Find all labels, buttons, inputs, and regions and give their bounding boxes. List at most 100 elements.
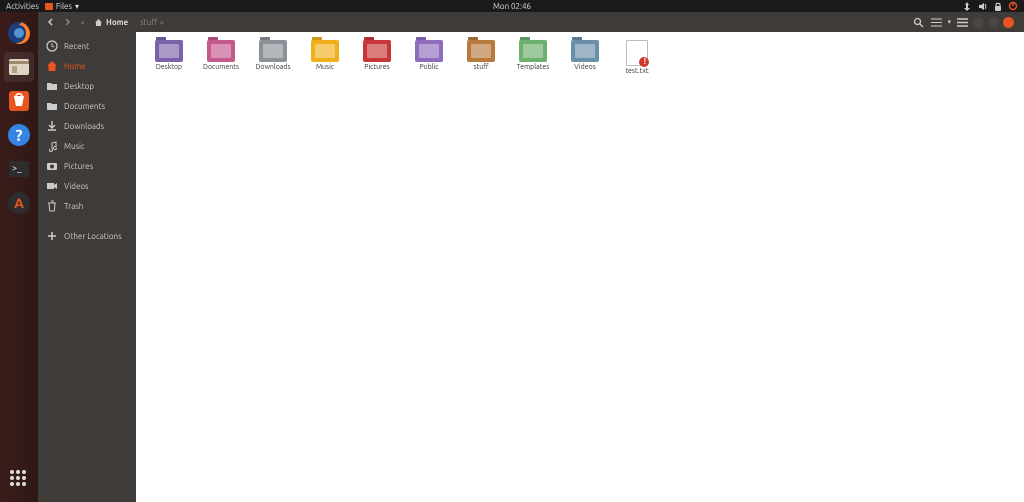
music-icon — [46, 140, 58, 152]
file-label: Documents — [203, 64, 239, 71]
file-item-desktop[interactable]: Desktop — [146, 40, 192, 75]
file-view[interactable]: Desktop Documents Downloads Music Pictures Pu… — [136, 32, 1024, 502]
folder-icon — [46, 80, 58, 92]
sidebar-item-videos[interactable]: Videos — [38, 176, 136, 196]
sidebar-item-desktop[interactable]: Desktop — [38, 76, 136, 96]
file-label: stuff — [473, 64, 488, 71]
minimize-button[interactable] — [973, 17, 984, 28]
volume-icon[interactable] — [978, 2, 988, 11]
folder-icon — [571, 40, 599, 62]
nautilus-window: ◂ Home stuff ▸ ▾ — [38, 12, 1024, 502]
file-label: Templates — [517, 64, 550, 71]
gnome-topbar: Activities Files ▾ Mon 02:46 — [0, 0, 1024, 12]
folder-icon — [46, 100, 58, 112]
path-bar[interactable]: Home stuff ▸ — [84, 16, 168, 29]
search-button[interactable] — [911, 15, 925, 29]
path-label: Home — [106, 18, 128, 27]
sidebar-item-label: Trash — [64, 202, 83, 211]
power-icon[interactable] — [1008, 1, 1018, 11]
apps-grid-icon — [10, 470, 28, 488]
activities-button[interactable]: Activities — [6, 2, 39, 11]
sidebar-item-label: Other Locations — [64, 232, 122, 241]
folder-icon — [363, 40, 391, 62]
dock-firefox[interactable] — [4, 18, 34, 48]
sidebar-item-music[interactable]: Music — [38, 136, 136, 156]
sidebar-item-label: Recent — [64, 42, 89, 51]
svg-text:>_: >_ — [12, 163, 22, 173]
file-label: Downloads — [255, 64, 290, 71]
dock-software[interactable] — [4, 86, 34, 116]
hamburger-menu[interactable] — [955, 15, 969, 29]
folder-icon — [155, 40, 183, 62]
sidebar-item-trash[interactable]: Trash — [38, 196, 136, 216]
back-button[interactable] — [44, 15, 58, 29]
folder-icon — [519, 40, 547, 62]
file-label: Music — [316, 64, 334, 71]
files-app-icon — [45, 3, 53, 10]
view-list-button[interactable] — [929, 15, 943, 29]
app-menu[interactable]: Files ▾ — [45, 2, 79, 11]
dock-terminal[interactable]: >_ — [4, 154, 34, 184]
file-label: Desktop — [156, 64, 182, 71]
home-icon — [94, 18, 103, 27]
network-icon[interactable] — [962, 2, 972, 11]
dock-updater[interactable]: A — [4, 188, 34, 218]
maximize-button[interactable] — [988, 17, 999, 28]
lock-icon[interactable] — [994, 2, 1002, 11]
chevron-right-icon: ▸ — [160, 18, 164, 27]
file-item-videos[interactable]: Videos — [562, 40, 608, 75]
home-icon — [46, 60, 58, 72]
file-label: test.txt — [625, 68, 648, 75]
path-segment-home[interactable]: Home — [90, 16, 132, 29]
headerbar: ◂ Home stuff ▸ ▾ — [38, 12, 1024, 32]
sidebar-item-label: Music — [64, 142, 85, 151]
file-item-music[interactable]: Music — [302, 40, 348, 75]
path-segment-stuff[interactable]: stuff ▸ — [136, 16, 168, 29]
sidebar-item-documents[interactable]: Documents — [38, 96, 136, 116]
svg-text:?: ? — [15, 127, 22, 145]
plus-icon — [46, 230, 58, 242]
file-label: Pictures — [364, 64, 389, 71]
sidebar-item-home[interactable]: Home — [38, 56, 136, 76]
file-item-stuff[interactable]: stuff — [458, 40, 504, 75]
sidebar-item-label: Documents — [64, 102, 105, 111]
launcher-dock: ? >_ A — [0, 12, 38, 502]
sidebar-item-label: Desktop — [64, 82, 94, 91]
trash-icon — [46, 200, 58, 212]
sidebar-item-downloads[interactable]: Downloads — [38, 116, 136, 136]
file-item-pictures[interactable]: Pictures — [354, 40, 400, 75]
sidebar-item-other-locations[interactable]: Other Locations — [38, 226, 136, 246]
file-item-templates[interactable]: Templates — [510, 40, 556, 75]
dock-files[interactable] — [4, 52, 34, 82]
file-item-documents[interactable]: Documents — [198, 40, 244, 75]
file-item-public[interactable]: Public — [406, 40, 452, 75]
sidebar-item-recent[interactable]: Recent — [38, 36, 136, 56]
show-applications[interactable] — [4, 464, 34, 494]
sidebar-item-label: Downloads — [64, 122, 104, 131]
download-icon — [46, 120, 58, 132]
file-label: Videos — [574, 64, 595, 71]
folder-icon — [415, 40, 443, 62]
text-file-error-icon: ! — [626, 40, 648, 66]
sidebar-item-label: Pictures — [64, 162, 93, 171]
folder-icon — [467, 40, 495, 62]
file-item-downloads[interactable]: Downloads — [250, 40, 296, 75]
sidebar-item-pictures[interactable]: Pictures — [38, 156, 136, 176]
file-item-test-txt[interactable]: ! test.txt — [614, 40, 660, 75]
sidebar-item-label: Videos — [64, 182, 89, 191]
path-label: stuff — [140, 18, 157, 27]
places-sidebar: Recent Home Desktop Documents Downloads Music… — [38, 32, 136, 502]
clock[interactable]: Mon 02:46 — [493, 2, 531, 11]
folder-icon — [311, 40, 339, 62]
folder-icon — [259, 40, 287, 62]
sidebar-item-label: Home — [64, 62, 86, 71]
file-label: Public — [419, 64, 438, 71]
close-button[interactable] — [1003, 17, 1014, 28]
clock-icon — [46, 40, 58, 52]
chevron-down-icon[interactable]: ▾ — [947, 18, 951, 26]
forward-button[interactable] — [60, 15, 74, 29]
folder-icon — [207, 40, 235, 62]
dock-help[interactable]: ? — [4, 120, 34, 150]
svg-text:A: A — [14, 195, 24, 211]
camera-icon — [46, 160, 58, 172]
